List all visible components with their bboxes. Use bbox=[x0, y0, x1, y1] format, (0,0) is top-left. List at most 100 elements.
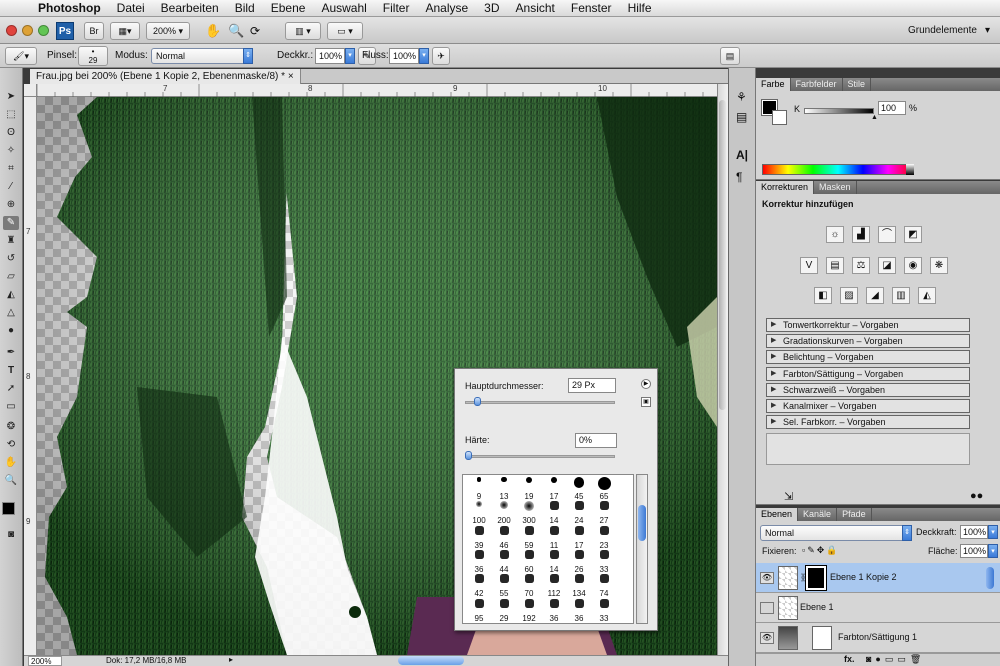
vibrance-icon[interactable]: V bbox=[800, 257, 818, 274]
menu-filter[interactable]: Filter bbox=[375, 0, 418, 17]
3d-rotate-tool-icon[interactable]: ❂ bbox=[3, 420, 19, 434]
lock-icons[interactable]: ▫✎✥🔒 bbox=[802, 545, 839, 556]
threshold-icon[interactable]: ◢ bbox=[866, 287, 884, 304]
brush-preset-cell[interactable]: 70 bbox=[517, 574, 541, 598]
visibility-eye-icon[interactable]: 👁 bbox=[760, 632, 774, 644]
brush-preset-cell[interactable]: 13 bbox=[492, 477, 516, 501]
dodge-tool-icon[interactable]: ● bbox=[3, 324, 19, 338]
brush-preset-cell[interactable]: 100 bbox=[467, 501, 491, 525]
bridge-button[interactable]: Br bbox=[84, 22, 104, 40]
menu-ansicht[interactable]: Ansicht bbox=[508, 0, 563, 17]
foreground-color-swatch[interactable] bbox=[2, 502, 15, 515]
visibility-eye-icon[interactable]: 👁 bbox=[760, 572, 774, 584]
horizontal-ruler[interactable]: 7 8 9 10 bbox=[37, 84, 717, 97]
minimize-window-button[interactable] bbox=[22, 25, 33, 36]
brightness-contrast-icon[interactable]: ☼ bbox=[826, 226, 844, 243]
menu-bild[interactable]: Bild bbox=[227, 0, 263, 17]
channel-mixer-icon[interactable]: ❋ bbox=[930, 257, 948, 274]
brush-panel-toggle[interactable]: ▤ bbox=[720, 47, 740, 65]
menu-datei[interactable]: Datei bbox=[109, 0, 153, 17]
clone-stamp-tool-icon[interactable]: ♜ bbox=[3, 234, 19, 248]
exposure-icon[interactable]: ◩ bbox=[904, 226, 922, 243]
hardness-input[interactable]: 0% bbox=[575, 433, 617, 448]
hand-tool-icon[interactable]: ✋ bbox=[3, 456, 19, 470]
actions-panel-icon[interactable]: ▤ bbox=[736, 110, 747, 124]
brush-preset-cell[interactable]: 95 bbox=[467, 598, 491, 623]
character-panel-icon[interactable]: A| bbox=[736, 148, 748, 162]
menu-ebene[interactable]: Ebene bbox=[263, 0, 314, 17]
color-balance-icon[interactable]: ⚖ bbox=[852, 257, 870, 274]
menu-auswahl[interactable]: Auswahl bbox=[313, 0, 374, 17]
brush-preset-cell[interactable]: 17 bbox=[567, 525, 591, 550]
layer-opacity-input[interactable]: 100% bbox=[960, 525, 988, 539]
flow-arrow[interactable]: ▾ bbox=[419, 48, 429, 64]
menu-3d[interactable]: 3D bbox=[476, 0, 507, 17]
mode-select-arrow[interactable]: ⇕ bbox=[243, 48, 253, 64]
close-window-button[interactable] bbox=[6, 25, 17, 36]
hue-saturation-icon[interactable]: ▤ bbox=[826, 257, 844, 274]
lasso-tool-icon[interactable]: ʘ bbox=[3, 126, 19, 140]
tab-stile[interactable]: Stile bbox=[843, 78, 872, 91]
3d-orbit-tool-icon[interactable]: ⟲ bbox=[3, 438, 19, 452]
brush-preset-cell[interactable]: 59 bbox=[517, 525, 541, 550]
arrange-documents-dropdown[interactable]: ▥ ▾ bbox=[285, 22, 321, 40]
path-selection-tool-icon[interactable]: ➚ bbox=[3, 382, 19, 396]
k-slider[interactable] bbox=[804, 108, 874, 114]
brush-preset-cell[interactable]: 42 bbox=[467, 574, 491, 598]
document-tab[interactable]: Frau.jpg bei 200% (Ebene 1 Kopie 2, Eben… bbox=[30, 69, 301, 84]
marquee-tool-icon[interactable]: ⬚ bbox=[3, 108, 19, 122]
black-white-icon[interactable]: ◪ bbox=[878, 257, 896, 274]
blend-mode-arrow[interactable]: ⇕ bbox=[902, 525, 912, 541]
layer-footer-icons[interactable]: ◙●▭▭🗑 bbox=[866, 654, 925, 665]
brush-preset-cell[interactable]: 14 bbox=[542, 501, 566, 525]
paint-bucket-tool-icon[interactable]: ◭ bbox=[3, 288, 19, 302]
brush-preset-cell[interactable]: 134 bbox=[567, 574, 591, 598]
tab-farbfelder[interactable]: Farbfelder bbox=[791, 78, 843, 91]
diameter-slider-knob[interactable] bbox=[474, 397, 481, 406]
brush-preset-cell[interactable]: 11 bbox=[542, 525, 566, 550]
popup-menu-icon[interactable]: ▶ bbox=[641, 379, 651, 389]
zoom-dropdown[interactable]: 200% ▾ bbox=[146, 22, 190, 40]
brush-grid-scroll-thumb[interactable] bbox=[638, 505, 646, 541]
brush-preset-cell[interactable]: 33 bbox=[592, 598, 616, 623]
photo-filter-icon[interactable]: ◉ bbox=[904, 257, 922, 274]
history-panel-icon[interactable]: ⚘ bbox=[736, 90, 747, 104]
quick-mask-icon[interactable]: ◙ bbox=[3, 528, 19, 542]
preset-list-item[interactable]: Schwarzweiß – Vorgaben bbox=[766, 382, 970, 397]
spectrum-black-white[interactable] bbox=[906, 164, 914, 175]
workspace-switcher[interactable]: Grundelemente bbox=[908, 22, 977, 40]
zoom-tool-icon[interactable]: 🔍 bbox=[3, 474, 19, 488]
crop-tool-icon[interactable]: ⌗ bbox=[3, 162, 19, 176]
brush-preset-cell[interactable]: 45 bbox=[567, 477, 591, 501]
brush-preset-cell[interactable]: 44 bbox=[492, 549, 516, 574]
shape-tool-icon[interactable]: ▭ bbox=[3, 400, 19, 414]
preset-list-item[interactable]: Sel. Farbkorr. – Vorgaben bbox=[766, 415, 970, 430]
horizontal-scroll-thumb[interactable] bbox=[398, 656, 464, 665]
master-diameter-input[interactable]: 29 Px bbox=[568, 378, 616, 393]
airbrush-toggle[interactable]: ✈ bbox=[432, 47, 450, 65]
k-slider-knob[interactable]: ▲ bbox=[871, 114, 878, 121]
tool-preset-picker[interactable]: 🖌▾ bbox=[5, 47, 37, 65]
brush-grid-scrollbar[interactable] bbox=[636, 474, 648, 624]
posterize-icon[interactable]: ▨ bbox=[840, 287, 858, 304]
fill-input[interactable]: 100% bbox=[960, 544, 988, 558]
magic-wand-tool-icon[interactable]: ✧ bbox=[3, 144, 19, 158]
visibility-box[interactable] bbox=[760, 602, 774, 614]
brush-preset-cell[interactable]: 112 bbox=[542, 574, 566, 598]
brush-preset-cell[interactable]: 65 bbox=[592, 477, 616, 501]
new-preset-icon[interactable]: ▣ bbox=[641, 397, 651, 407]
tab-ebenen[interactable]: Ebenen bbox=[756, 508, 799, 521]
fill-arrow[interactable]: ▾ bbox=[988, 544, 998, 558]
menu-fenster[interactable]: Fenster bbox=[563, 0, 620, 17]
background-swatch[interactable] bbox=[772, 110, 787, 125]
tab-farbe[interactable]: Farbe bbox=[756, 78, 791, 91]
brush-preset-cell[interactable]: 46 bbox=[492, 525, 516, 550]
menu-bearbeiten[interactable]: Bearbeiten bbox=[153, 0, 227, 17]
brush-preset-cell[interactable]: 300 bbox=[517, 501, 541, 525]
brush-preset-cell[interactable]: 26 bbox=[567, 549, 591, 574]
brush-preset-cell[interactable]: 36 bbox=[542, 598, 566, 623]
ruler-origin[interactable] bbox=[24, 84, 37, 97]
vertical-scroll-thumb[interactable] bbox=[719, 100, 726, 410]
k-input[interactable]: 100 bbox=[878, 101, 906, 115]
preset-list-item[interactable]: Belichtung – Vorgaben bbox=[766, 350, 970, 365]
